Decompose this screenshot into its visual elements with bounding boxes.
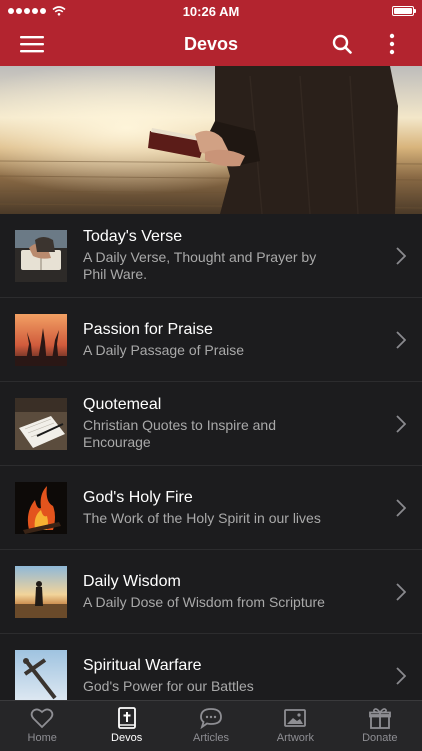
tab-bar: Home Devos Articles Artwork Donate xyxy=(0,700,422,751)
list-item-text: Passion for Praise A Daily Passage of Pr… xyxy=(83,321,422,359)
hero-illustration xyxy=(0,66,422,214)
list-item-subtitle: Christian Quotes to Inspire and Encourag… xyxy=(83,417,276,450)
tab-home[interactable]: Home xyxy=(0,701,84,751)
more-vertical-icon xyxy=(389,33,395,55)
quotemeal-thumbnail xyxy=(15,397,67,450)
list-item-text: Daily Wisdom A Daily Dose of Wisdom from… xyxy=(83,573,422,611)
list-item-text: God's Holy Fire The Work of the Holy Spi… xyxy=(83,489,422,527)
tab-articles[interactable]: Articles xyxy=(169,701,253,751)
hero-image xyxy=(0,66,422,214)
image-icon xyxy=(284,709,307,727)
page-title: Devos xyxy=(183,33,239,54)
list-item-title: God's Holy Fire xyxy=(83,488,193,506)
list-item[interactable]: Quotemeal Christian Quotes to Inspire an… xyxy=(0,382,422,466)
chat-bubble-icon xyxy=(200,708,222,729)
list-item[interactable]: Daily Wisdom A Daily Dose of Wisdom from… xyxy=(0,550,422,634)
list-item-subtitle: God's Power for our Battles xyxy=(83,677,254,694)
chevron-right-icon xyxy=(396,498,406,517)
tab-devos[interactable]: Devos xyxy=(84,701,168,751)
chevron-right-icon xyxy=(396,246,406,265)
search-button[interactable] xyxy=(324,22,360,66)
list-item[interactable]: God's Holy Fire The Work of the Holy Spi… xyxy=(0,466,422,550)
list-item-title: Quotemeal xyxy=(83,396,162,413)
tab-label: Articles xyxy=(192,732,230,744)
chevron-right-icon xyxy=(396,330,406,349)
battery-icon xyxy=(392,6,416,16)
spiritual-warfare-thumbnail xyxy=(15,649,67,702)
list-item[interactable]: Today's Verse A Daily Verse, Thought and… xyxy=(0,214,422,298)
list-item-title: Passion for Praise xyxy=(83,320,213,338)
list-item[interactable]: Passion for Praise A Daily Passage of Pr… xyxy=(0,298,422,382)
gift-icon xyxy=(368,708,391,729)
chevron-right-icon xyxy=(396,414,406,433)
list-item-title: Today's Verse xyxy=(83,228,183,245)
more-options-button[interactable] xyxy=(380,22,404,66)
menu-icon xyxy=(20,36,44,53)
daily-wisdom-thumbnail xyxy=(15,565,67,618)
list-item-text: Today's Verse A Daily Verse, Thought and… xyxy=(83,228,422,283)
list-item-title: Daily Wisdom xyxy=(83,572,181,590)
tab-artwork[interactable]: Artwork xyxy=(253,701,337,751)
status-time: 10:26 AM xyxy=(182,3,240,19)
gods-holy-fire-thumbnail xyxy=(15,481,67,534)
todays-verse-thumbnail xyxy=(15,229,67,282)
tab-label: Devos xyxy=(111,732,143,744)
tab-label: Donate xyxy=(362,732,398,744)
chevron-right-icon xyxy=(396,582,406,601)
tab-donate[interactable]: Donate xyxy=(338,701,422,751)
list-item-subtitle: A Daily Passage of Praise xyxy=(83,341,245,358)
heart-icon xyxy=(30,708,54,729)
nav-bar: Devos xyxy=(0,22,422,66)
list-item-text: Quotemeal Christian Quotes to Inspire an… xyxy=(83,396,422,451)
list-item-subtitle: A Daily Dose of Wisdom from Scripture xyxy=(83,593,325,610)
bible-icon xyxy=(117,707,136,729)
list-item-subtitle: A Daily Verse, Thought and Prayer by Phi… xyxy=(83,249,317,282)
list-item-title: Spiritual Warfare xyxy=(83,656,202,674)
tab-label: Home xyxy=(27,732,57,744)
passion-for-praise-thumbnail xyxy=(15,313,67,366)
status-bar: 10:26 AM xyxy=(0,0,422,22)
tab-label: Artwork xyxy=(276,732,315,744)
menu-button[interactable] xyxy=(14,22,50,66)
devotional-list: Today's Verse A Daily Verse, Thought and… xyxy=(0,214,422,718)
chevron-right-icon xyxy=(396,666,406,685)
list-item-text: Spiritual Warfare God's Power for our Ba… xyxy=(83,657,422,695)
list-item-subtitle: The Work of the Holy Spirit in our lives xyxy=(83,509,321,526)
search-icon xyxy=(332,34,352,54)
